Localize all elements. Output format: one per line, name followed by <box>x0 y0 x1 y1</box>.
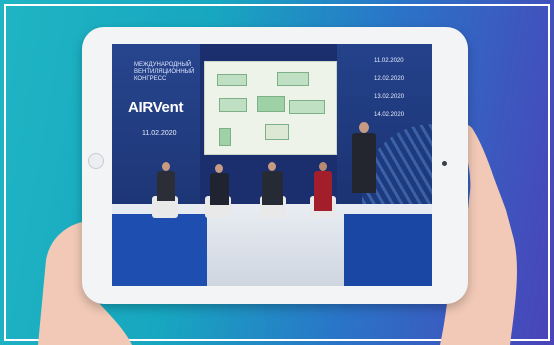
home-button[interactable] <box>88 153 104 169</box>
schedule-date: 11.02.2020 <box>374 58 404 64</box>
schedule-date: 13.02.2020 <box>374 94 405 100</box>
tablet-screen: МЕЖДУНАРОДНЫЙ ВЕНТИЛЯЦИОННЫЙ КОНГРЕСС AI… <box>112 44 432 286</box>
stage-side-left <box>112 214 207 286</box>
schedule-date: 14.02.2020 <box>374 112 405 118</box>
title-line-1: МЕЖДУНАРОДНЫЙ <box>134 62 192 68</box>
airvent-logo: AIRVent <box>128 99 184 116</box>
stage-side-right <box>344 214 432 286</box>
schedule-date: 12.02.2020 <box>374 76 405 82</box>
presentation-slide <box>204 61 337 155</box>
camera-dot <box>442 161 447 166</box>
title-line-3: КОНГРЕСС <box>134 76 167 82</box>
conference-date: 11.02.2020 <box>142 130 177 137</box>
title-line-2: ВЕНТИЛЯЦИОННЫЙ <box>134 69 195 75</box>
schedule-dates: 11.02.2020 12.02.2020 13.02.2020 14.02.2… <box>374 58 424 130</box>
